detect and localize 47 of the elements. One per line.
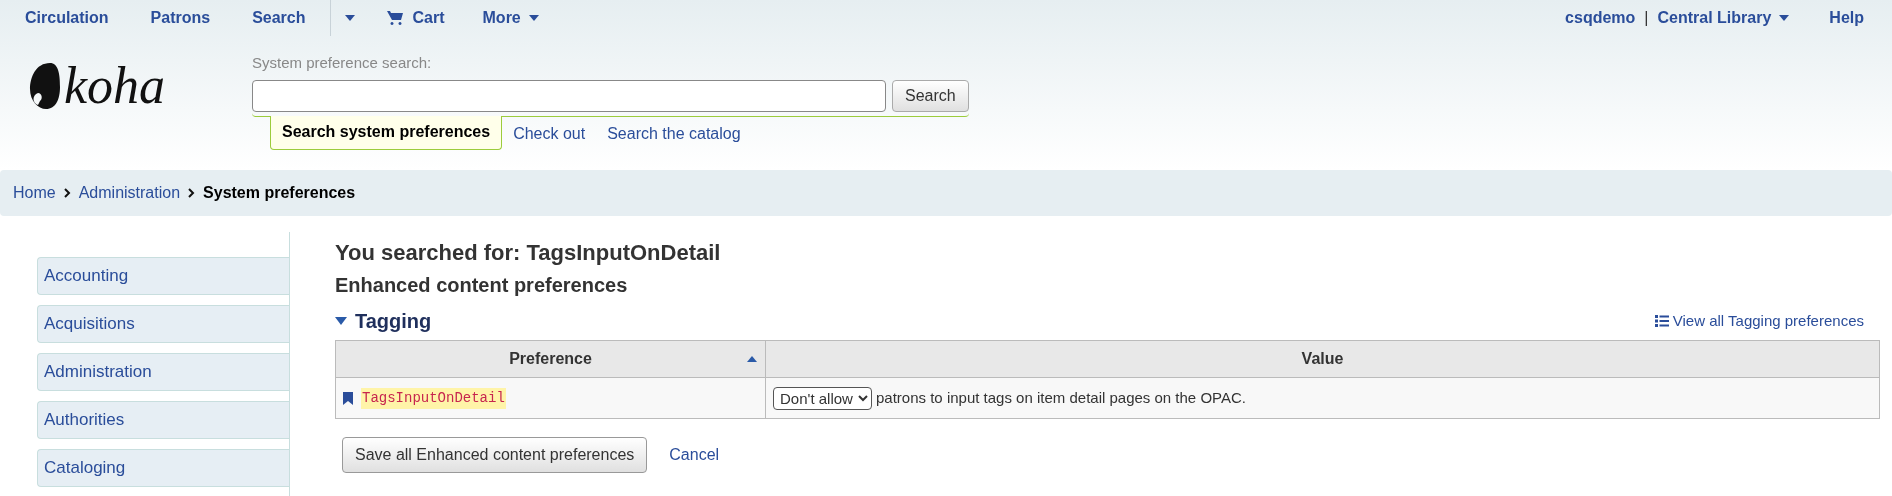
sidebar-item[interactable]: Administration bbox=[37, 353, 289, 391]
breadcrumb-link[interactable]: Home bbox=[13, 181, 56, 205]
caret-icon bbox=[528, 15, 539, 21]
preference-name: TagsInputOnDetail bbox=[361, 387, 506, 409]
sidebar-item[interactable]: Authorities bbox=[37, 401, 289, 439]
value-text: patrons to input tags on item detail pages on the OPAC. bbox=[876, 387, 1246, 408]
sidebar-item[interactable]: Acquisitions bbox=[37, 305, 289, 343]
breadcrumb-link[interactable]: Administration bbox=[78, 181, 181, 205]
page-subtitle: Enhanced content preferences bbox=[335, 273, 629, 298]
search-tab[interactable]: Search the catalog bbox=[596, 116, 752, 151]
user-link[interactable]: csqdemo bbox=[1565, 6, 1636, 30]
current-page-title: System preferences bbox=[203, 183, 356, 203]
caret-icon bbox=[335, 317, 347, 325]
nav-link[interactable]: Circulation bbox=[25, 6, 109, 30]
sidebar-item[interactable]: Cataloging bbox=[37, 449, 289, 487]
save-button[interactable]: Save all Enhanced content preferences bbox=[342, 437, 648, 473]
page-title: You searched for: TagsInputOnDetail bbox=[335, 239, 722, 267]
dropdown-button[interactable] bbox=[344, 15, 355, 21]
cart-link[interactable]: Cart bbox=[386, 6, 445, 30]
sidebar-item[interactable]: Accounting bbox=[37, 257, 289, 295]
sort-icon bbox=[747, 356, 757, 362]
nav-link[interactable]: Patrons bbox=[150, 6, 211, 30]
list-icon bbox=[1654, 315, 1669, 327]
chevron-icon bbox=[63, 188, 71, 198]
search-tab[interactable]: Check out bbox=[502, 116, 597, 151]
value-select[interactable]: Don't allow bbox=[773, 386, 872, 410]
search-label: System preference search: bbox=[252, 53, 433, 73]
search-tab[interactable]: Search system preferences bbox=[270, 115, 503, 150]
column-header[interactable]: Value bbox=[765, 340, 1880, 378]
koha-logo: koha bbox=[28, 60, 252, 112]
caret-icon bbox=[1779, 15, 1790, 21]
caret-icon bbox=[344, 15, 355, 21]
more-menu[interactable]: More bbox=[482, 6, 539, 30]
branch-menu[interactable]: Central Library bbox=[1657, 6, 1790, 30]
column-header[interactable]: Preference bbox=[335, 340, 766, 378]
bookmark-icon bbox=[343, 391, 353, 405]
chevron-icon bbox=[188, 188, 196, 198]
search-button[interactable]: Search bbox=[892, 79, 969, 112]
help-link[interactable]: Help bbox=[1829, 6, 1864, 30]
section-toggle[interactable]: Tagging bbox=[335, 306, 432, 336]
separator: | bbox=[1644, 8, 1649, 28]
logo-icon bbox=[28, 61, 62, 111]
view-all-link[interactable]: View all Tagging preferences bbox=[1654, 309, 1864, 333]
cancel-link[interactable]: Cancel bbox=[669, 443, 720, 467]
nav-link[interactable]: Search bbox=[252, 6, 306, 30]
cart-icon bbox=[386, 11, 403, 25]
search-field[interactable] bbox=[252, 79, 886, 112]
